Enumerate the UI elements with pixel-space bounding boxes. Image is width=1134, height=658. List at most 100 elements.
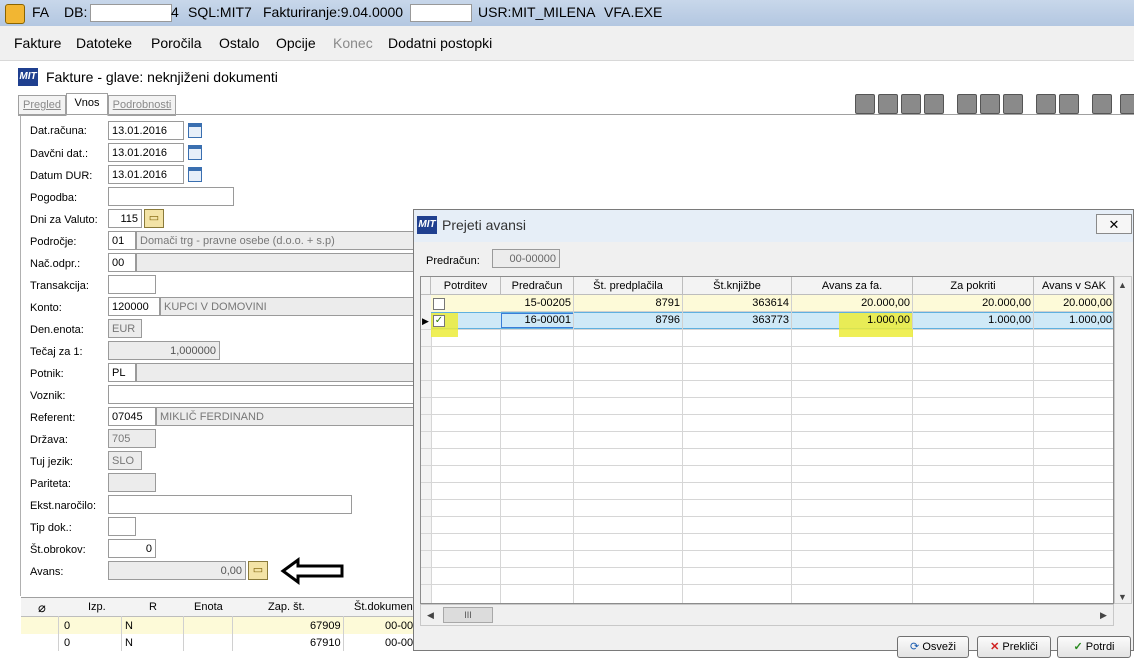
paperclip-icon: ⌀ xyxy=(38,600,46,615)
title-bar: FA DB: 4 SQL:MIT7 Fakturiranje:9.04.0000… xyxy=(0,0,1134,26)
toolbar-more-icon[interactable] xyxy=(1120,94,1134,114)
konto-desc: KUPCI V DOMOVINI xyxy=(160,297,414,316)
tecaj-field: 1,000000 xyxy=(108,341,220,360)
potrdi-button[interactable]: ✓ Potrdi xyxy=(1057,636,1131,658)
toolbar-save-icon[interactable] xyxy=(1003,94,1023,114)
dni-za-valuto-field[interactable]: 115 xyxy=(108,209,142,228)
col-st-predplacila[interactable]: Št. predplačila xyxy=(574,277,683,295)
grid-vline xyxy=(431,295,432,603)
tab-pregled[interactable]: Pregled xyxy=(18,95,66,116)
tab-vnos[interactable]: Vnos xyxy=(66,93,108,116)
menu-ostalo[interactable]: Ostalo xyxy=(219,35,259,51)
grid-divider xyxy=(183,616,184,651)
menu-datoteke[interactable]: Datoteke xyxy=(76,35,132,51)
col-predracun[interactable]: Predračun xyxy=(501,277,574,295)
toolbar-print-icon[interactable] xyxy=(1036,94,1056,114)
potrditev-checkbox[interactable] xyxy=(433,298,445,310)
potrditev-checkbox-checked[interactable]: ✓ xyxy=(433,315,445,327)
avans-folder-icon[interactable]: ▭ xyxy=(248,561,268,580)
grid-vline xyxy=(791,295,792,603)
redacted-db xyxy=(90,4,172,22)
arrow-annotation-icon xyxy=(280,557,344,585)
cell-avans-v-sak: 20.000,00 xyxy=(1034,295,1113,312)
st-obrokov-field[interactable]: 0 xyxy=(108,539,156,558)
vertical-scrollbar[interactable] xyxy=(1114,276,1132,604)
scroll-right-icon[interactable]: ▶ xyxy=(1100,610,1107,621)
grid-hline xyxy=(421,550,1113,551)
calendar-icon[interactable] xyxy=(188,167,202,182)
grid-hline xyxy=(421,431,1113,432)
table-row[interactable] xyxy=(21,617,413,634)
pogodba-field[interactable] xyxy=(108,187,234,206)
toolbar-new-icon[interactable] xyxy=(855,94,875,114)
toolbar-settings-icon[interactable] xyxy=(1092,94,1112,114)
col-avans-za-fa[interactable]: Avans za fa. xyxy=(792,277,913,295)
grid-hline xyxy=(421,448,1113,449)
scroll-left-icon[interactable]: ◀ xyxy=(427,610,434,621)
calendar-icon[interactable] xyxy=(188,123,202,138)
nac-odpr-code-field[interactable]: 00 xyxy=(108,253,136,272)
menu-porocila[interactable]: Poročila xyxy=(151,35,202,51)
refresh-icon: ⟳ xyxy=(910,641,923,653)
folder-icon[interactable]: ▭ xyxy=(144,209,164,228)
transakcija-field[interactable] xyxy=(108,275,156,294)
db-label: DB: xyxy=(64,4,88,20)
col-za-pokriti[interactable]: Za pokriti xyxy=(913,277,1034,295)
cell-za-pokriti: 20.000,00 xyxy=(913,295,1034,312)
dat-racuna-field[interactable]: 13.01.2016 xyxy=(108,121,184,140)
scroll-up-icon[interactable]: ▲ xyxy=(1118,280,1127,290)
konto-code-field[interactable]: 120000 xyxy=(108,297,160,316)
tip-dok-field[interactable] xyxy=(108,517,136,536)
voznik-field[interactable] xyxy=(108,385,414,404)
db-tail: 4 xyxy=(171,4,179,20)
cell-st-knjizbe: 363614 xyxy=(683,295,792,312)
potrdi-label: Potrdi xyxy=(1085,641,1115,653)
scroll-thumb[interactable]: III xyxy=(443,607,493,623)
preklici-button[interactable]: ✕ Prekliči xyxy=(977,636,1051,658)
datum-dur-field[interactable]: 13.01.2016 xyxy=(108,165,184,184)
toolbar-list-icon[interactable] xyxy=(924,94,944,114)
tip-dok-label: Tip dok.: xyxy=(30,522,72,534)
col-potrditev[interactable]: Potrditev xyxy=(431,277,501,295)
col-st-dokumenta: Št.dokumen xyxy=(354,601,413,613)
osvezi-button[interactable]: ⟳ Osveži xyxy=(897,636,969,658)
close-icon[interactable]: ✕ xyxy=(1096,214,1132,234)
predracun-label: Predračun: xyxy=(426,255,480,267)
den-enota-field: EUR xyxy=(108,319,142,338)
toolbar-edit-icon[interactable] xyxy=(957,94,977,114)
tab-podrobnosti[interactable]: Podrobnosti xyxy=(108,95,176,116)
potnik-code-field[interactable]: PL xyxy=(108,363,136,382)
nac-odpr-desc xyxy=(136,253,414,272)
grid-divider xyxy=(343,616,344,651)
scroll-down-icon[interactable]: ▼ xyxy=(1118,592,1127,602)
drzava-field: 705 xyxy=(108,429,156,448)
referent-code-field[interactable]: 07045 xyxy=(108,407,156,426)
horizontal-scrollbar[interactable] xyxy=(420,604,1114,626)
toolbar-open-icon[interactable] xyxy=(980,94,1000,114)
menu-dodatni-postopki[interactable]: Dodatni postopki xyxy=(388,35,492,51)
tuj-jezik-label: Tuj jezik: xyxy=(30,456,73,468)
menu-fakture[interactable]: Fakture xyxy=(14,35,61,51)
ekst-narocilo-field[interactable] xyxy=(108,495,352,514)
col-r: R xyxy=(149,601,157,613)
menu-konec[interactable]: Konec xyxy=(333,35,373,51)
col-st-knjizbe[interactable]: Št.knjižbe xyxy=(683,277,792,295)
potnik-desc xyxy=(136,363,414,382)
toolbar-clear-icon[interactable] xyxy=(901,94,921,114)
grid-hline xyxy=(421,567,1113,568)
datum-dur-label: Datum DUR: xyxy=(30,170,93,182)
row-r: N xyxy=(125,637,133,649)
calendar-icon[interactable] xyxy=(188,145,202,160)
davcni-dat-field[interactable]: 13.01.2016 xyxy=(108,143,184,162)
menu-opcije[interactable]: Opcije xyxy=(276,35,316,51)
podrocje-code-field[interactable]: 01 xyxy=(108,231,136,250)
form-border xyxy=(20,116,21,596)
toolbar-refresh-icon[interactable] xyxy=(878,94,898,114)
grid-hline xyxy=(421,584,1113,585)
app-icon xyxy=(5,4,25,24)
grid-vline xyxy=(912,295,913,603)
col-avans-v-sak[interactable]: Avans v SAK xyxy=(1034,277,1113,295)
tecaj-label: Tečaj za 1: xyxy=(30,346,83,358)
grid-vline xyxy=(573,295,574,603)
toolbar-puzzle-icon[interactable] xyxy=(1059,94,1079,114)
